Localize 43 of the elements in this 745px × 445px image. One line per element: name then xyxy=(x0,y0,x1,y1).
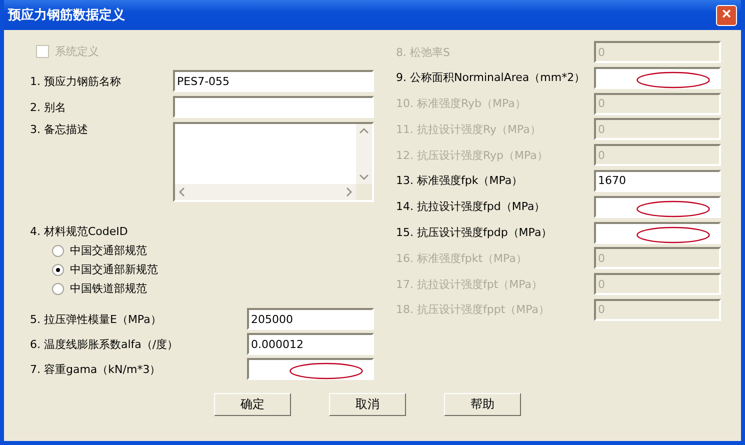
field-label: 15. 抗压设计强度fpdp（MPa） xyxy=(396,225,552,240)
field-label: 2. 别名 xyxy=(30,100,66,114)
radio-button[interactable] xyxy=(52,264,64,276)
field-label: 5. 拉压弹性模量E（MPa） xyxy=(30,312,162,326)
scrollbar-corner xyxy=(356,184,372,200)
field-label: 8. 松弛率S xyxy=(396,44,450,60)
field-label: 6. 温度线膨胀系数alfa（/度） xyxy=(30,336,178,352)
radio-label: 中国铁道部规范 xyxy=(70,281,147,296)
field-label: 16. 标准强度fpkt（MPa） xyxy=(396,250,527,266)
window-title: 预应力钢筋数据定义 xyxy=(8,6,125,24)
text-field[interactable] xyxy=(594,196,721,218)
field-label: 17. 抗拉设计强度fpt（MPa） xyxy=(396,276,543,292)
radio-button[interactable] xyxy=(52,244,64,256)
field-label: 1. 预应力钢筋名称 xyxy=(30,74,121,88)
text-field[interactable] xyxy=(247,358,374,380)
checkbox-label: 系统定义 xyxy=(55,44,99,58)
dialog-button[interactable]: 帮助 xyxy=(444,393,521,416)
text-field[interactable] xyxy=(594,222,721,244)
vertical-scrollbar[interactable] xyxy=(356,124,372,184)
field-label: 13. 标准强度fpk（MPa） xyxy=(396,173,523,188)
text-field[interactable]: 0.000012 xyxy=(247,333,374,355)
field-label: 18. 抗压设计强度fppt（MPa） xyxy=(396,302,550,318)
dialog-button[interactable]: 取消 xyxy=(329,393,406,416)
horizontal-scrollbar[interactable] xyxy=(175,184,356,200)
field-label: 7. 容重gama（kN/m*3） xyxy=(30,362,161,376)
radio-label: 中国交通部规范 xyxy=(70,243,147,258)
text-field[interactable] xyxy=(173,96,374,118)
field-label: 10. 标准强度Ryb（MPa） xyxy=(396,96,526,112)
radio-button[interactable] xyxy=(52,282,64,294)
text-field[interactable] xyxy=(594,66,721,89)
memo-field[interactable] xyxy=(173,122,374,202)
text-field[interactable]: 205000 xyxy=(247,308,374,330)
text-field[interactable]: 1670 xyxy=(594,170,721,192)
group-label: 4. 材料规范CodeID xyxy=(30,224,129,239)
field-label: 11. 抗拉设计强度Ry（MPa） xyxy=(396,122,541,137)
field-label: 3. 备忘描述 xyxy=(30,122,88,137)
field-label: 14. 抗拉设计强度fpd（MPa） xyxy=(396,199,546,214)
close-button[interactable]: × xyxy=(716,4,737,26)
text-field[interactable]: PES7-055 xyxy=(173,70,374,92)
dialog-button[interactable]: 确定 xyxy=(214,393,291,416)
field-label: 9. 公称面积NorminalArea（mm*2） xyxy=(396,70,586,86)
radio-label: 中国交通部新规范 xyxy=(70,262,158,277)
field-label: 12. 抗压设计强度Ryp（MPa） xyxy=(396,148,548,163)
